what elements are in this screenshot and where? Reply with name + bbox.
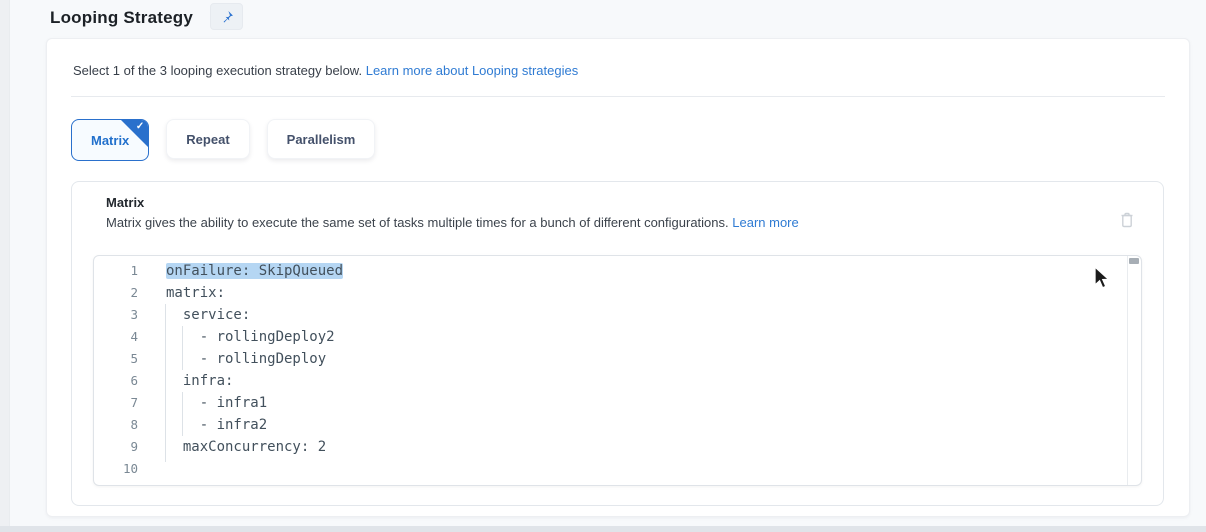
indent-guide [182, 326, 183, 370]
code-line[interactable]: 6 infra: [94, 370, 1127, 392]
code-text: matrix: [138, 282, 1127, 304]
learn-more-link[interactable]: Learn more [732, 215, 798, 230]
code-text: maxConcurrency: 2 [138, 436, 1127, 458]
matrix-description-text: Matrix gives the ability to execute the … [106, 215, 729, 230]
strategy-tabs: Matrix ✓ Repeat Parallelism [71, 119, 375, 161]
indent-guide [165, 304, 166, 462]
looping-strategy-panel: Select 1 of the 3 looping execution stra… [46, 38, 1190, 517]
code-line[interactable]: 1 onFailure: SkipQueued [94, 260, 1127, 282]
code-text [138, 458, 1127, 480]
code-text: infra: [138, 370, 1127, 392]
trash-icon[interactable] [1118, 210, 1136, 230]
page-title: Looping Strategy [50, 8, 193, 28]
line-number: 4 [94, 326, 138, 348]
matrix-card-description: Matrix gives the ability to execute the … [106, 215, 799, 230]
tab-matrix[interactable]: Matrix ✓ [71, 119, 149, 161]
overview-ruler-selection-mark [1129, 258, 1139, 264]
tab-parallelism[interactable]: Parallelism [267, 119, 376, 159]
code-line[interactable]: 8 - infra2 [94, 414, 1127, 436]
divider [71, 96, 1165, 97]
code-lines: 1 onFailure: SkipQueued 2matrix:3 service:… [94, 260, 1127, 480]
code-line[interactable]: 10 [94, 458, 1127, 480]
line-number: 7 [94, 392, 138, 414]
editor-scrollbar-track[interactable] [1127, 256, 1128, 485]
code-line[interactable]: 2matrix: [94, 282, 1127, 304]
bottom-edge-strip [0, 526, 1206, 532]
code-text: service: [138, 304, 1127, 326]
code-line[interactable]: 3 service: [94, 304, 1127, 326]
learn-more-looping-link[interactable]: Learn more about Looping strategies [366, 63, 578, 78]
code-text: - infra1 [138, 392, 1127, 414]
pushpin-icon [220, 10, 234, 24]
selected-text: onFailure: SkipQueued [166, 263, 343, 279]
line-number: 9 [94, 436, 138, 458]
code-line[interactable]: 7 - infra1 [94, 392, 1127, 414]
tab-parallelism-label: Parallelism [287, 132, 356, 147]
line-number: 3 [94, 304, 138, 326]
matrix-strategy-card: Matrix Matrix gives the ability to execu… [71, 181, 1164, 506]
line-number: 2 [94, 282, 138, 304]
yaml-code-editor[interactable]: 1 onFailure: SkipQueued 2matrix:3 service:… [93, 255, 1142, 486]
code-text: - rollingDeploy2 [138, 326, 1127, 348]
pin-button[interactable] [210, 3, 243, 30]
line-number: 5 [94, 348, 138, 370]
indent-guide [182, 392, 183, 436]
tab-repeat-label: Repeat [186, 132, 229, 147]
code-text: onFailure: SkipQueued [138, 260, 1127, 282]
code-line[interactable]: 4 - rollingDeploy2 [94, 326, 1127, 348]
line-number: 8 [94, 414, 138, 436]
code-text: - infra2 [138, 414, 1127, 436]
line-number: 10 [94, 458, 138, 480]
code-line[interactable]: 5 - rollingDeploy [94, 348, 1127, 370]
line-number: 1 [94, 260, 138, 282]
tab-repeat[interactable]: Repeat [166, 119, 249, 159]
code-line[interactable]: 9 maxConcurrency: 2 [94, 436, 1127, 458]
left-edge-band [0, 0, 10, 532]
code-text: - rollingDeploy [138, 348, 1127, 370]
matrix-card-title: Matrix [106, 195, 144, 210]
line-number: 6 [94, 370, 138, 392]
panel-description: Select 1 of the 3 looping execution stra… [73, 63, 578, 78]
description-text: Select 1 of the 3 looping execution stra… [73, 63, 362, 78]
check-icon: ✓ [136, 121, 144, 132]
